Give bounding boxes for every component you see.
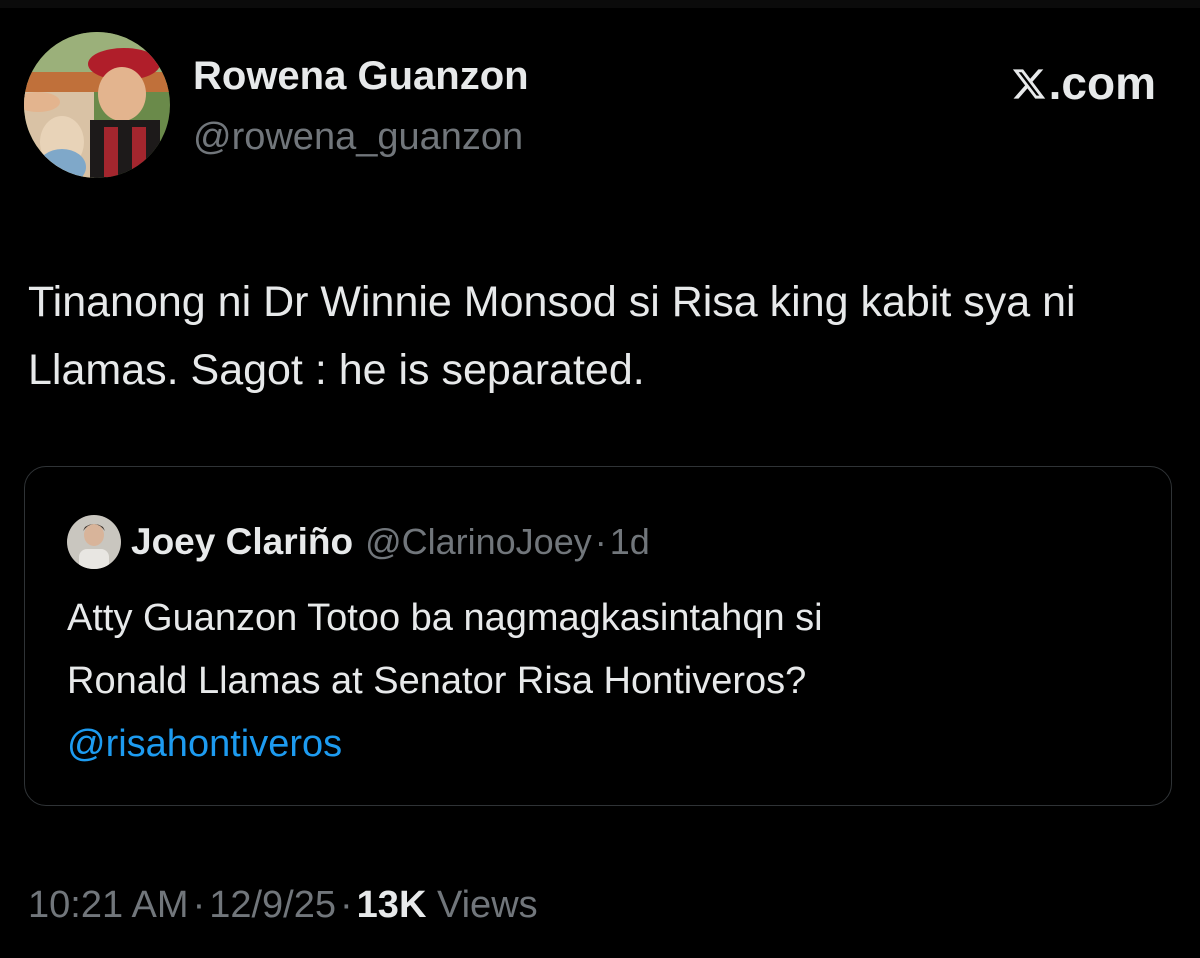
- separator-dot: ·: [594, 521, 607, 562]
- brand-watermark: .com: [1011, 56, 1156, 110]
- tweet-text: Tinanong ni Dr Winnie Monsod si Risa kin…: [28, 278, 1076, 394]
- quoted-tweet-line: Ronald Llamas at Senator Risa Hontiveros…: [67, 660, 807, 702]
- quoted-tweet-header: Joey Clariño @ClarinoJoey · 1d: [67, 515, 650, 569]
- author-display-name[interactable]: Rowena Guanzon: [193, 54, 529, 99]
- top-edge-divider: [0, 0, 1200, 8]
- quoted-tweet-line: Atty Guanzon Totoo ba nagmagkasintahqn s…: [67, 597, 823, 639]
- separator-dot: ·: [340, 884, 353, 926]
- quoted-tweet-card[interactable]: Joey Clariño @ClarinoJoey · 1d Atty Guan…: [24, 466, 1172, 806]
- brand-label: .com: [1048, 57, 1156, 109]
- author-avatar[interactable]: [24, 32, 170, 178]
- quoted-author-avatar[interactable]: [67, 515, 121, 569]
- quoted-author-name[interactable]: Joey Clariño: [131, 521, 353, 563]
- views-count: 13K: [356, 884, 427, 926]
- tweet-metadata: 10:21 AM · 12/9/25 · 13K Views: [28, 884, 538, 927]
- quoted-tweet-text: Atty Guanzon Totoo ba nagmagkasintahqn s…: [67, 587, 1147, 776]
- quoted-tweet-time[interactable]: 1d: [610, 521, 650, 563]
- tweet-date[interactable]: 12/9/25: [209, 884, 336, 926]
- separator-dot: ·: [192, 884, 206, 926]
- mention-link[interactable]: @risahontiveros: [67, 713, 1147, 776]
- author-handle[interactable]: @rowena_guanzon: [193, 116, 523, 159]
- quoted-author-handle[interactable]: @ClarinoJoey: [365, 521, 592, 563]
- x-logo-icon: [1012, 69, 1045, 99]
- tweet-timestamp[interactable]: 10:21 AM: [28, 884, 189, 926]
- views-label: Views: [436, 884, 538, 926]
